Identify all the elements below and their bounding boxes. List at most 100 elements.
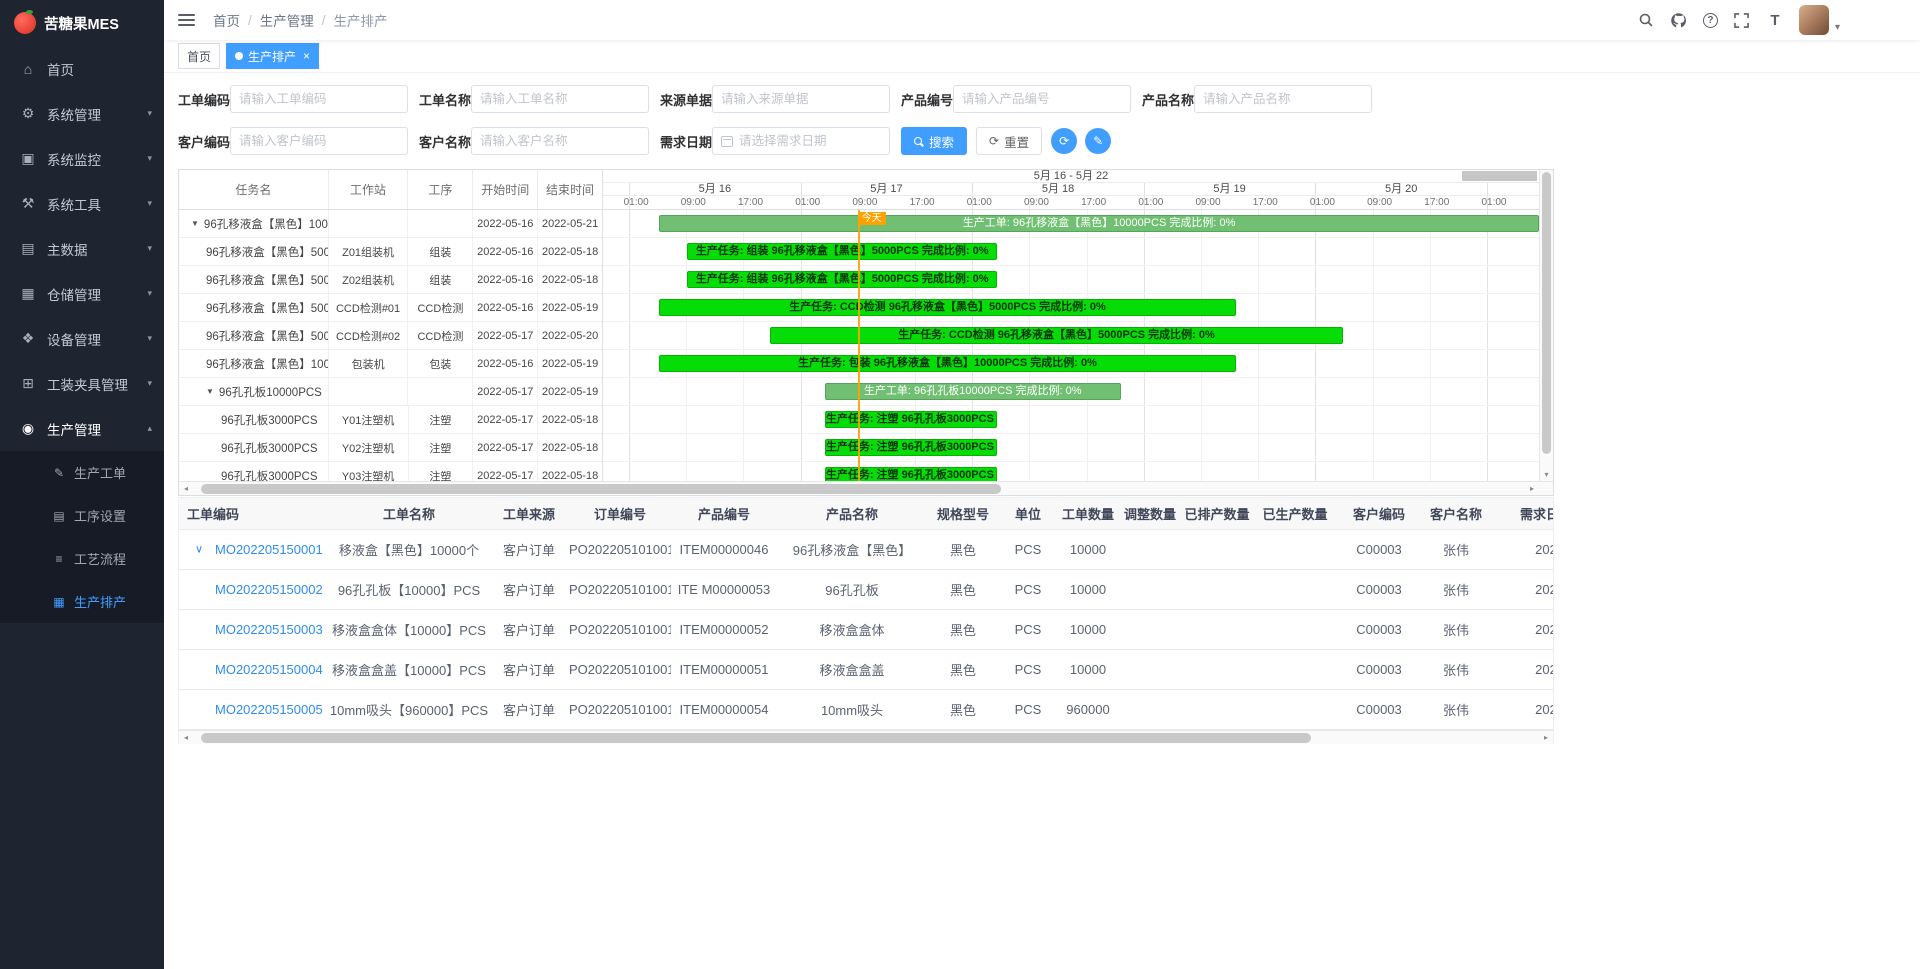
search-button[interactable]: 搜索 (901, 127, 967, 155)
breadcrumb-item[interactable]: 生产管理 (260, 10, 314, 30)
order-code-cell: MO202205150003 (179, 609, 329, 649)
github-icon[interactable] (1670, 11, 1688, 29)
source-doc-input[interactable] (721, 92, 881, 106)
tab-close-icon[interactable]: × (303, 49, 310, 63)
edit-button[interactable]: ✎ (1085, 128, 1111, 154)
date-input-demand-date[interactable] (712, 127, 890, 155)
horizontal-scrollbar-thumb[interactable] (201, 733, 1311, 743)
table-horizontal-scrollbar[interactable]: ◂ ▸ (179, 730, 1553, 744)
gantt-timeline-row: 生产任务: CCD检测 96孔移液盒【黑色】5000PCS 完成比例: 0% (603, 294, 1539, 322)
gantt-horizontal-scrollbar[interactable]: ◂ ▸ (179, 481, 1553, 495)
order-row[interactable]: MO20220515000510mm吸头【960000】PCS客户订单PO202… (179, 689, 1553, 729)
task-bar[interactable]: 生产任务: 包装 96孔移液盒【黑色】10000PCS 完成比例: 0% (659, 355, 1236, 372)
hamburger-icon[interactable] (178, 14, 195, 26)
scroll-down-arrow-icon[interactable]: ▾ (1540, 467, 1553, 481)
task-bar[interactable]: 生产任务: 组装 96孔移液盒【黑色】5000PCS 完成比例: 0% (687, 271, 997, 288)
reset-button[interactable]: ⟳ 重置 (976, 127, 1042, 155)
caret-down-icon[interactable]: ▾ (1835, 22, 1840, 33)
order-row[interactable]: MO20220515000296孔孔板【10000】PCS客户订单PO20220… (179, 569, 1553, 609)
product-code-input[interactable] (962, 92, 1122, 106)
order-code-link[interactable]: MO202205150002 (215, 582, 323, 597)
product-name-input[interactable] (1203, 92, 1363, 106)
task-bar[interactable]: 生产任务: 注塑 96孔孔板3000PCS 完成比例: 0% (825, 439, 997, 456)
order-cell: ITEM00000052 (671, 609, 777, 649)
text-input-product-code[interactable] (953, 85, 1131, 113)
gantt-grid-row[interactable]: ▼96孔孔板10000PCS2022-05-172022-05-19 (179, 378, 602, 406)
text-input-work-order-name[interactable] (471, 85, 649, 113)
search-icon[interactable] (1637, 11, 1655, 29)
scrollbar-track[interactable] (193, 482, 1525, 495)
customer-name-input[interactable] (480, 134, 640, 148)
timeline-scrollbar-thumb[interactable] (1462, 171, 1537, 181)
work-order-name-input[interactable] (480, 92, 640, 106)
order-code-link[interactable]: MO202205150003 (215, 622, 323, 637)
page-content: 工单编码工单名称来源单据产品编号产品名称 客户编码客户名称需求日期 搜索 ⟳ 重… (164, 73, 1554, 744)
task-bar[interactable]: 生产任务: 组装 96孔移液盒【黑色】5000PCS 完成比例: 0% (687, 243, 997, 260)
sidebar-subitem-production-work-order[interactable]: ✎生产工单 (0, 451, 164, 494)
text-input-source-doc[interactable] (712, 85, 890, 113)
sidebar-subitem-production-scheduling[interactable]: ▦生产排产 (0, 580, 164, 623)
task-bar[interactable]: 生产任务: CCD检测 96孔移液盒【黑色】5000PCS 完成比例: 0% (659, 299, 1236, 316)
font-size-icon[interactable]: T (1766, 11, 1784, 29)
expand-caret-icon[interactable]: ▼ (191, 219, 199, 228)
customer-code-input[interactable] (239, 134, 399, 148)
scroll-right-arrow-icon[interactable]: ▸ (1525, 484, 1539, 493)
task-bar[interactable]: 生产任务: 注塑 96孔孔板3000PCS 完成比例: 0% (825, 467, 997, 481)
scroll-right-arrow-icon[interactable]: ▸ (1539, 733, 1553, 742)
text-input-customer-code[interactable] (230, 127, 408, 155)
gantt-grid-row[interactable]: 96孔孔板3000PCSY01注塑机注塑2022-05-172022-05-18 (179, 406, 602, 434)
order-row[interactable]: MO202205150003移液盒盒体【10000】PCS客户订单PO20220… (179, 609, 1553, 649)
scrollbar-track[interactable] (193, 731, 1539, 744)
gantt-grid-row[interactable]: 96孔移液盒【黑色】5000PCSCCD检测#01CCD检测2022-05-16… (179, 294, 602, 322)
gantt-grid-row[interactable]: 96孔孔板3000PCSY02注塑机注塑2022-05-172022-05-18 (179, 434, 602, 462)
horizontal-scrollbar-thumb[interactable] (201, 484, 1001, 494)
order-bar[interactable]: 生产工单: 96孔孔板10000PCS 完成比例: 0% (825, 383, 1121, 400)
gantt-grid-row[interactable]: 96孔移液盒【黑色】5000PCSZ02组装机组装2022-05-162022-… (179, 266, 602, 294)
gantt-grid-row[interactable]: ▼96孔移液盒【黑色】10000PCS2022-05-162022-05-21 (179, 210, 602, 238)
refresh-button[interactable]: ⟳ (1051, 128, 1077, 154)
text-input-work-order-code[interactable] (230, 85, 408, 113)
tab-home[interactable]: 首页 (178, 43, 220, 69)
sidebar-subitem-process-settings[interactable]: ▤工序设置 (0, 494, 164, 537)
sidebar-subitem-process-flow[interactable]: ≡工艺流程 (0, 537, 164, 580)
expand-chevron-icon[interactable]: ∨ (195, 543, 203, 556)
order-bar[interactable]: 生产工单: 96孔移液盒【黑色】10000PCS 完成比例: 0% (659, 215, 1539, 232)
gantt-timeline-row: 生产任务: 注塑 96孔孔板3000PCS 完成比例: 0% (603, 406, 1539, 434)
fullscreen-icon[interactable] (1733, 11, 1751, 29)
order-code-link[interactable]: MO202205150001 (215, 542, 323, 557)
demand-date-input[interactable] (739, 134, 881, 148)
order-cell: 202 (1491, 689, 1553, 729)
sidebar-item-system-management[interactable]: ⚙系统管理▾ (0, 91, 164, 136)
sidebar-item-home[interactable]: ⌂首页 (0, 46, 164, 91)
text-input-product-name[interactable] (1194, 85, 1372, 113)
gantt-grid-row[interactable]: 96孔移液盒【黑色】10000PCS包装机包装2022-05-162022-05… (179, 350, 602, 378)
text-input-customer-name[interactable] (471, 127, 649, 155)
task-bar[interactable]: 生产任务: 注塑 96孔孔板3000PCS 完成比例: 0% (825, 411, 997, 428)
sidebar-item-master-data[interactable]: ▤主数据▾ (0, 226, 164, 271)
sidebar-item-warehouse-management[interactable]: ▦仓储管理▾ (0, 271, 164, 316)
sidebar-item-equipment-management[interactable]: ❖设备管理▾ (0, 316, 164, 361)
tab-production-scheduling[interactable]: 生产排产× (226, 43, 319, 69)
order-code-link[interactable]: MO202205150005 (215, 702, 323, 717)
order-row[interactable]: MO202205150004移液盒盒盖【10000】PCS客户订单PO20220… (179, 649, 1553, 689)
sidebar-item-fixture-management[interactable]: ⊞工装夹具管理▾ (0, 361, 164, 406)
home-icon: ⌂ (20, 61, 36, 77)
breadcrumb-item[interactable]: 首页 (213, 10, 240, 30)
order-code-link[interactable]: MO202205150004 (215, 662, 323, 677)
gantt-vertical-scrollbar[interactable]: ▾ (1539, 170, 1553, 481)
work-order-code-input[interactable] (239, 92, 399, 106)
avatar[interactable] (1799, 5, 1829, 35)
help-icon[interactable]: ? (1703, 13, 1718, 28)
scroll-left-arrow-icon[interactable]: ◂ (179, 484, 193, 493)
sidebar-item-production-management[interactable]: ◉生产管理▴ (0, 406, 164, 451)
sidebar-item-system-tools[interactable]: ⚒系统工具▾ (0, 181, 164, 226)
gantt-grid-row[interactable]: 96孔孔板3000PCSY03注塑机注塑2022-05-172022-05-18 (179, 462, 602, 481)
scroll-left-arrow-icon[interactable]: ◂ (179, 733, 193, 742)
expand-caret-icon[interactable]: ▼ (206, 387, 214, 396)
vertical-scrollbar-thumb[interactable] (1542, 172, 1551, 454)
sidebar-item-system-monitor[interactable]: ▣系统监控▾ (0, 136, 164, 181)
gantt-grid-row[interactable]: 96孔移液盒【黑色】5000PCSZ01组装机组装2022-05-162022-… (179, 238, 602, 266)
gantt-grid-row[interactable]: 96孔移液盒【黑色】5000PCSCCD检测#02CCD检测2022-05-17… (179, 322, 602, 350)
task-bar[interactable]: 生产任务: CCD检测 96孔移液盒【黑色】5000PCS 完成比例: 0% (770, 327, 1344, 344)
order-row[interactable]: ∨MO202205150001移液盒【黑色】10000个客户订单PO202205… (179, 529, 1553, 569)
